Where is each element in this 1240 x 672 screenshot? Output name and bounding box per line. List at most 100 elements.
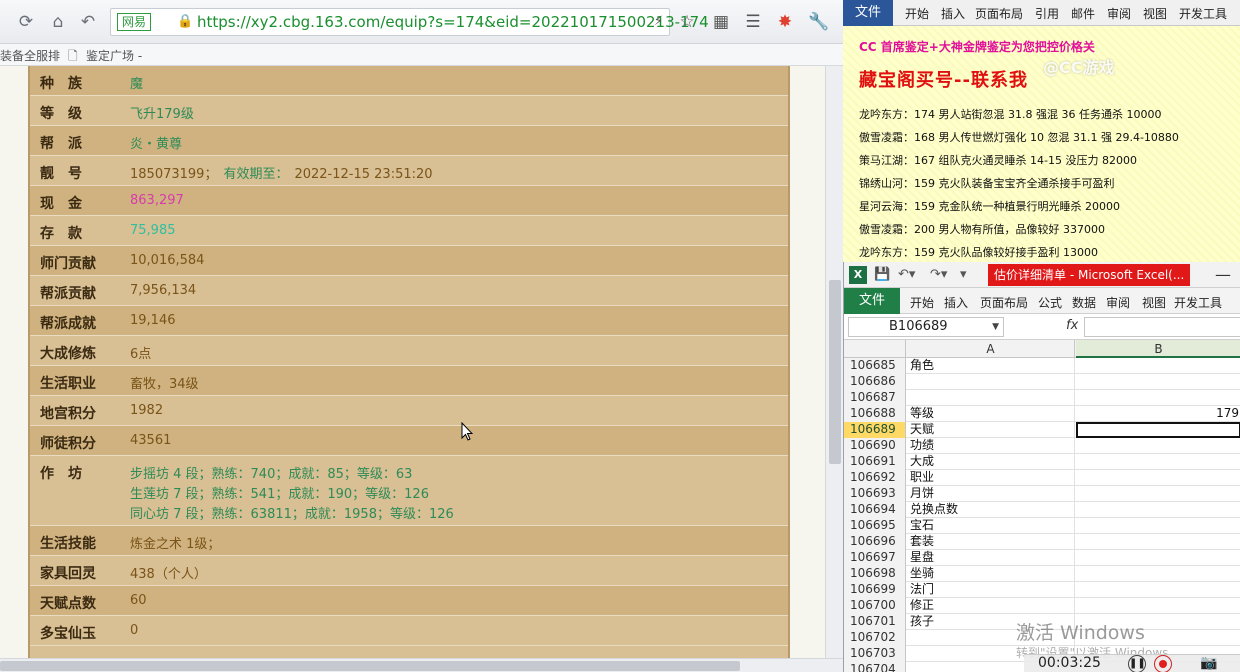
chevron-down-icon[interactable]: ▼ bbox=[992, 318, 999, 336]
excel-menu-item[interactable]: 开始 bbox=[910, 294, 934, 311]
cell-b[interactable] bbox=[1076, 582, 1240, 598]
row-number[interactable]: 106685 bbox=[844, 358, 906, 374]
row-number[interactable]: 106693 bbox=[844, 486, 906, 502]
row-number[interactable]: 106696 bbox=[844, 534, 906, 550]
menu-icon[interactable]: ☰ bbox=[742, 11, 764, 33]
excel-menu-item[interactable]: 开发工具 bbox=[1174, 294, 1222, 311]
column-header-b[interactable]: B bbox=[1076, 340, 1240, 358]
column-header-a[interactable]: A bbox=[907, 340, 1075, 358]
grid-icon[interactable]: ▦ bbox=[710, 11, 732, 33]
row-number[interactable]: 106703 bbox=[844, 646, 906, 662]
cell-a[interactable]: 兑换点数 bbox=[907, 502, 1075, 518]
formula-input[interactable] bbox=[1084, 317, 1240, 337]
minimize-icon[interactable]: — bbox=[1215, 265, 1231, 284]
row-number[interactable]: 106704 bbox=[844, 662, 906, 672]
word-menu-item[interactable]: 审阅 bbox=[1107, 5, 1131, 22]
select-all-corner[interactable] bbox=[844, 340, 906, 358]
excel-menu-item[interactable]: 视图 bbox=[1142, 294, 1166, 311]
row-number[interactable]: 106692 bbox=[844, 470, 906, 486]
row-number[interactable]: 106695 bbox=[844, 518, 906, 534]
cell-a[interactable]: 星盘 bbox=[907, 550, 1075, 566]
back-icon[interactable]: ↶ bbox=[76, 10, 100, 34]
star-icon[interactable]: ☆ bbox=[676, 11, 698, 33]
cell-a[interactable] bbox=[907, 390, 1075, 406]
row-number[interactable]: 106697 bbox=[844, 550, 906, 566]
cell-b[interactable] bbox=[1076, 374, 1240, 390]
cell-b[interactable] bbox=[1076, 470, 1240, 486]
word-menu-item[interactable]: 视图 bbox=[1143, 5, 1167, 22]
word-menu-item[interactable]: 插入 bbox=[941, 5, 965, 22]
row-number[interactable]: 106690 bbox=[844, 438, 906, 454]
cell-a[interactable]: 套装 bbox=[907, 534, 1075, 550]
scroll-thumb[interactable] bbox=[829, 280, 841, 464]
row-number[interactable]: 106686 bbox=[844, 374, 906, 390]
cell-b[interactable] bbox=[1076, 550, 1240, 566]
word-menu-item[interactable]: 邮件 bbox=[1071, 5, 1095, 22]
tools-icon[interactable]: 🔧 bbox=[808, 11, 830, 33]
cell-a[interactable]: 宝石 bbox=[907, 518, 1075, 534]
excel-menu-item[interactable]: 页面布局 bbox=[980, 294, 1028, 311]
horizontal-scrollbar[interactable] bbox=[0, 658, 843, 672]
cell-b[interactable] bbox=[1076, 358, 1240, 374]
bookmark-item[interactable]: 装备全服排 bbox=[0, 47, 60, 64]
cell-a[interactable]: 角色 bbox=[907, 358, 1075, 374]
row-number[interactable]: 106698 bbox=[844, 566, 906, 582]
word-menu-item[interactable]: 开发工具 bbox=[1179, 5, 1227, 22]
cell-b[interactable] bbox=[1076, 518, 1240, 534]
excel-menu-item[interactable]: 公式 bbox=[1038, 294, 1062, 311]
cell-a[interactable]: 天赋 bbox=[907, 422, 1075, 438]
cell-a[interactable]: 法门 bbox=[907, 582, 1075, 598]
word-menu-item[interactable]: 开始 bbox=[905, 5, 929, 22]
cell-a[interactable]: 功绩 bbox=[907, 438, 1075, 454]
cell-b[interactable] bbox=[1076, 422, 1240, 438]
save-icon[interactable]: 💾 bbox=[874, 267, 890, 282]
word-file-tab[interactable]: 文件 bbox=[843, 0, 893, 26]
cell-a[interactable] bbox=[907, 374, 1075, 390]
fx-icon[interactable]: fx bbox=[1066, 318, 1078, 333]
row-number[interactable]: 106699 bbox=[844, 582, 906, 598]
cell-b[interactable] bbox=[1076, 502, 1240, 518]
row-number[interactable]: 106700 bbox=[844, 598, 906, 614]
cell-a[interactable]: 等级 bbox=[907, 406, 1075, 422]
redo-icon[interactable]: ↷▾ bbox=[930, 267, 947, 282]
cell-a[interactable]: 月饼 bbox=[907, 486, 1075, 502]
row-number[interactable]: 106691 bbox=[844, 454, 906, 470]
excel-menu-item[interactable]: 插入 bbox=[944, 294, 968, 311]
row-number[interactable]: 106688 bbox=[844, 406, 906, 422]
address-bar[interactable]: 网易 🔒 https://xy2.cbg.163.com/equip?s=174… bbox=[110, 8, 709, 36]
word-document[interactable]: CC 首席鉴定+大神金牌鉴定为您把控价格关 藏宝阁买号--联系我 @CC游戏 龙… bbox=[843, 26, 1240, 262]
cell-a[interactable]: 大成 bbox=[907, 454, 1075, 470]
url-text[interactable]: https://xy2.cbg.163.com/equip?s=174&eid=… bbox=[197, 13, 709, 31]
row-number[interactable]: 106689 bbox=[844, 422, 906, 438]
extension-icon[interactable]: ✸ bbox=[774, 11, 796, 33]
cell-a[interactable]: 职业 bbox=[907, 470, 1075, 486]
row-number[interactable]: 106694 bbox=[844, 502, 906, 518]
name-box[interactable]: B106689 ▼ bbox=[848, 317, 1004, 337]
cell-b[interactable] bbox=[1076, 534, 1240, 550]
customize-icon[interactable]: ▾ bbox=[960, 267, 967, 282]
bolt-icon[interactable]: ⚡ bbox=[654, 14, 663, 29]
excel-file-tab[interactable]: 文件 bbox=[844, 288, 900, 314]
row-number[interactable]: 106687 bbox=[844, 390, 906, 406]
cell-a[interactable]: 坐骑 bbox=[907, 566, 1075, 582]
cell-b[interactable] bbox=[1076, 598, 1240, 614]
vertical-scrollbar[interactable] bbox=[825, 66, 843, 658]
cell-b[interactable] bbox=[1076, 454, 1240, 470]
cell-b[interactable] bbox=[1076, 438, 1240, 454]
camera-icon[interactable]: 📷 bbox=[1200, 655, 1217, 671]
word-menu-item[interactable]: 引用 bbox=[1035, 5, 1059, 22]
cell-b[interactable] bbox=[1076, 566, 1240, 582]
home-icon[interactable]: ⌂ bbox=[46, 10, 70, 34]
cell-b[interactable]: 179 bbox=[1076, 406, 1240, 422]
refresh-icon[interactable]: ⟳ bbox=[14, 10, 38, 34]
record-icon[interactable] bbox=[1154, 655, 1172, 672]
scroll-thumb[interactable] bbox=[0, 661, 740, 671]
excel-menu-item[interactable]: 审阅 bbox=[1106, 294, 1130, 311]
row-number[interactable]: 106702 bbox=[844, 630, 906, 646]
word-menu-item[interactable]: 页面布局 bbox=[975, 5, 1023, 22]
cell-b[interactable] bbox=[1076, 390, 1240, 406]
pause-icon[interactable]: ❚❚ bbox=[1128, 655, 1146, 672]
cell-a[interactable]: 修正 bbox=[907, 598, 1075, 614]
cell-b[interactable] bbox=[1076, 486, 1240, 502]
row-number[interactable]: 106701 bbox=[844, 614, 906, 630]
